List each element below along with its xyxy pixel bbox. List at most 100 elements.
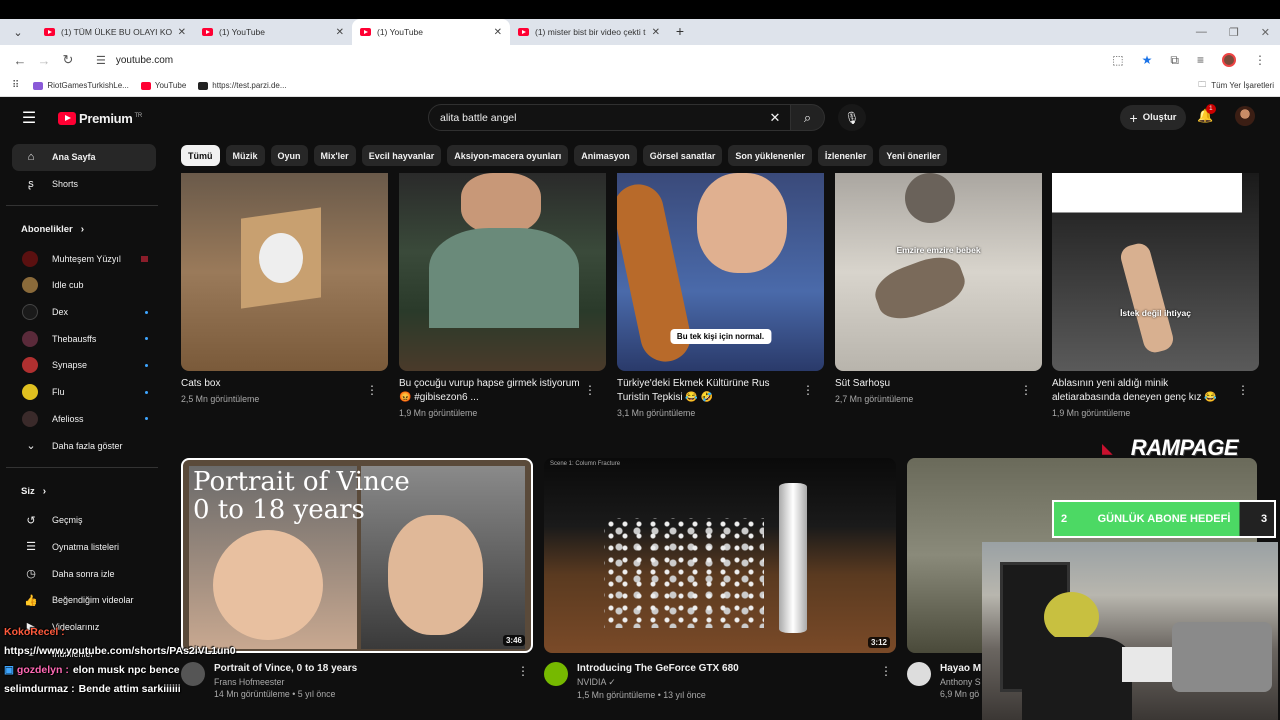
short-thumbnail[interactable]: İstek değil ihtiyaç <box>1052 173 1259 371</box>
sidebar-item-playlists[interactable]: ☰ Oynatma listeleri <box>12 534 156 561</box>
search-input[interactable]: alita battle angel <box>440 112 760 124</box>
sidebar-sub-dex[interactable]: Dex <box>12 299 156 326</box>
video-thumbnail[interactable]: Scene 1: Column Fracture 3:12 <box>544 458 896 653</box>
short-thumbnail[interactable] <box>399 173 606 371</box>
sidebar-sub-afelioss[interactable]: Afelioss <box>12 406 156 433</box>
sidebar-sub-idlecub[interactable]: Idle cub <box>12 272 156 299</box>
short-thumbnail[interactable]: Bu tek kişi için normal. <box>617 173 824 371</box>
short-card[interactable]: Bu çocuğu vurup hapse girmek istiyorum 😡… <box>399 173 606 418</box>
more-options-icon[interactable]: ⋮ <box>802 383 814 397</box>
search-button[interactable]: ⌕ <box>791 104 825 131</box>
chip-all[interactable]: Tümü <box>181 145 220 166</box>
media-controls-icon[interactable]: ≡ <box>1197 53 1204 67</box>
chip-mixes[interactable]: Mix'ler <box>313 145 356 166</box>
video-title[interactable]: Introducing The GeForce GTX 680 <box>577 662 739 675</box>
channel-avatar[interactable] <box>907 662 931 686</box>
short-thumbnail[interactable]: Emzire emzire bebek <box>835 173 1042 371</box>
bookmark-label: RiotGamesTurkishLe... <box>47 81 129 90</box>
forward-icon[interactable]: → <box>32 53 56 68</box>
bookmark-riotgames[interactable]: RiotGamesTurkishLe... <box>33 81 129 90</box>
bookmark-parzi[interactable]: https://test.parzi.de... <box>198 81 287 90</box>
back-icon[interactable]: ← <box>8 53 32 68</box>
all-bookmarks-button[interactable]: 🗀 Tüm Yer İşaretleri <box>1198 79 1274 93</box>
chip-animation[interactable]: Animasyon <box>574 145 637 166</box>
tab-close-icon[interactable]: ✕ <box>336 27 344 38</box>
tab-close-icon[interactable]: ✕ <box>178 27 186 38</box>
chip-pets[interactable]: Evcil hayvanlar <box>361 145 442 166</box>
sidebar-item-liked[interactable]: 👍 Beğendiğim videolar <box>12 587 156 614</box>
channel-name[interactable]: Anthony S <box>940 677 981 687</box>
sidebar-sub-thebausffs[interactable]: Thebausffs <box>12 325 156 352</box>
short-title[interactable]: Türkiye'deki Ekmek Kültürüne Rus Turisti… <box>617 377 824 405</box>
more-options-icon[interactable]: ⋮ <box>366 383 378 397</box>
video-title[interactable]: Hayao M <box>940 662 981 675</box>
clear-search-icon[interactable]: ✕ <box>760 110 790 126</box>
sidebar-item-home[interactable]: ⌂ Ana Sayfa <box>12 144 156 171</box>
short-title[interactable]: Cats box <box>181 377 388 391</box>
menu-hamburger-icon[interactable]: ☰ <box>0 108 58 128</box>
chip-recently-uploaded[interactable]: Son yüklenenler <box>728 145 812 166</box>
you-heading[interactable]: Siz › <box>0 476 168 507</box>
short-title[interactable]: Bu çocuğu vurup hapse girmek istiyorum 😡… <box>399 377 606 405</box>
account-avatar[interactable] <box>1235 106 1255 126</box>
voice-search-mic-icon[interactable]: 🎙 <box>838 104 866 131</box>
more-options-icon[interactable]: ⋮ <box>1237 383 1249 397</box>
channel-name: Idle cub <box>52 280 84 291</box>
browser-tab-2[interactable]: (1) YouTube ✕ <box>194 19 352 45</box>
channel-name[interactable]: NVIDIA <box>577 677 606 687</box>
more-options-icon[interactable]: ⋮ <box>584 383 596 397</box>
short-card[interactable]: Cats box 2,5 Mn görüntüleme ⋮ <box>181 173 388 404</box>
more-options-icon[interactable]: ⋮ <box>1020 383 1032 397</box>
chip-watched[interactable]: İzlenenler <box>817 145 874 166</box>
chip-gaming[interactable]: Oyun <box>270 145 308 166</box>
maximize-icon[interactable]: ❐ <box>1229 26 1239 39</box>
tab-close-icon[interactable]: ✕ <box>494 27 502 38</box>
youtube-premium-logo[interactable]: Premium TR <box>58 111 142 126</box>
minimize-icon[interactable]: — <box>1196 26 1207 38</box>
thumbs-up-icon: 👍 <box>24 594 38 607</box>
site-info-icon[interactable]: ☰ <box>96 54 106 67</box>
sidebar-item-watch-later[interactable]: ◷ Daha sonra izle <box>12 560 156 587</box>
short-card[interactable]: İstek değil ihtiyaç Ablasının yeni aldığ… <box>1052 173 1259 418</box>
install-app-icon[interactable]: ⬚ <box>1112 53 1123 67</box>
browser-menu-icon[interactable]: ⋮ <box>1254 53 1266 67</box>
bookmark-star-icon[interactable]: ★ <box>1142 53 1153 67</box>
browser-tab-4[interactable]: (1) mister bist bir video çekti ti ✕ <box>510 19 668 45</box>
tab-search-icon[interactable]: ⌄ <box>0 19 36 45</box>
sidebar-sub-flu[interactable]: Flu <box>12 379 156 406</box>
plus-icon: + <box>1129 109 1138 126</box>
video-card[interactable]: Scene 1: Column Fracture 3:12 Introducin… <box>544 458 896 700</box>
chip-music[interactable]: Müzik <box>225 145 265 166</box>
chip-action-adventure[interactable]: Aksiyon-macera oyunları <box>447 145 569 166</box>
subscriptions-heading[interactable]: Abonelikler › <box>0 214 168 245</box>
short-thumbnail[interactable] <box>181 173 388 371</box>
profile-avatar-icon[interactable] <box>1222 53 1236 67</box>
extensions-icon[interactable]: ⧉ <box>1170 53 1179 68</box>
reload-icon[interactable]: ↻ <box>56 52 80 68</box>
sidebar-item-shorts[interactable]: ʂ Shorts <box>12 171 156 198</box>
more-options-icon[interactable]: ⋮ <box>517 664 529 678</box>
url-field[interactable]: ☰ youtube.com <box>88 49 1112 71</box>
apps-grid-icon[interactable]: ⠿ <box>12 80 19 91</box>
browser-tab-3-active[interactable]: (1) YouTube ✕ <box>352 19 510 45</box>
chip-new-to-you[interactable]: Yeni öneriler <box>879 145 948 166</box>
sidebar-sub-synapse[interactable]: Synapse <box>12 352 156 379</box>
window-close-icon[interactable]: ✕ <box>1261 26 1270 39</box>
sidebar-item-history[interactable]: ↺ Geçmiş <box>12 507 156 534</box>
sidebar-sub-muhtesem[interactable]: Muhteşem Yüzyıl <box>12 245 156 272</box>
more-options-icon[interactable]: ⋮ <box>880 664 892 678</box>
search-box[interactable]: alita battle angel ✕ <box>428 104 791 131</box>
chip-visual-arts[interactable]: Görsel sanatlar <box>642 145 723 166</box>
create-button[interactable]: + Oluştur <box>1120 105 1186 130</box>
bookmark-youtube[interactable]: YouTube <box>140 81 186 90</box>
short-card[interactable]: Bu tek kişi için normal. Türkiye'deki Ek… <box>617 173 824 418</box>
tab-close-icon[interactable]: ✕ <box>652 27 660 38</box>
short-card[interactable]: Emzire emzire bebek Süt Sarhoşu 2,7 Mn g… <box>835 173 1042 404</box>
new-tab-plus-icon[interactable]: + <box>668 19 692 45</box>
channel-avatar[interactable] <box>544 662 568 686</box>
short-title[interactable]: Süt Sarhoşu <box>835 377 1042 391</box>
short-title[interactable]: Ablasının yeni aldığı minik aletiarabası… <box>1052 377 1259 405</box>
notifications-bell-icon[interactable]: 🔔 1 <box>1197 104 1216 124</box>
show-more-button[interactable]: ⌄ Daha fazla göster <box>12 432 156 459</box>
browser-tab-1[interactable]: (1) TÜM ÜLKE BU OLAYI KONU ✕ <box>36 19 194 45</box>
